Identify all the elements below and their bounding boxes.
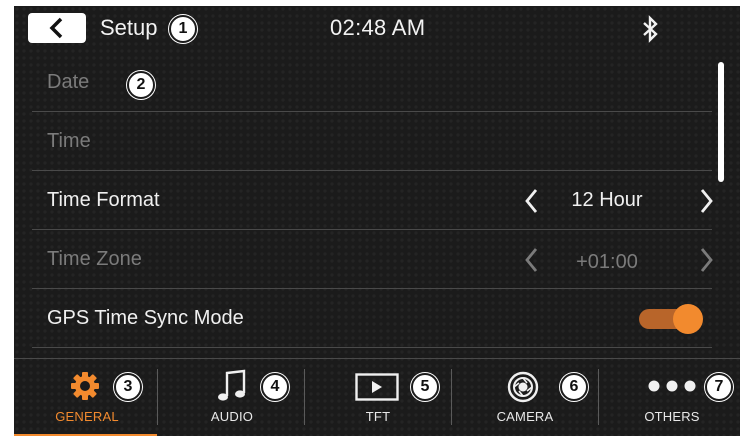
tab-audio-label: AUDIO — [210, 409, 254, 424]
gps-sync-toggle[interactable] — [639, 304, 703, 334]
header-bar: Setup 1 02:48 AM — [14, 6, 740, 54]
time-format-next-arrow[interactable] — [696, 187, 716, 215]
gps-sync-label: GPS Time Sync Mode — [47, 307, 244, 329]
gear-icon — [71, 372, 99, 400]
callout-5: 5 — [411, 373, 439, 401]
row-time[interactable]: Time — [32, 113, 712, 171]
date-label: Date — [47, 71, 90, 93]
bluetooth-icon — [643, 15, 658, 43]
clock: 02:48 AM — [330, 15, 426, 40]
callout-3: 3 — [114, 373, 142, 401]
row-time-zone: Time Zone +01:00 — [32, 231, 713, 289]
tab-general-label: GENERAL — [55, 409, 119, 424]
tab-tft-label: TFT — [365, 409, 391, 424]
time-format-prev-arrow[interactable] — [522, 187, 542, 215]
back-button[interactable] — [28, 13, 86, 43]
callout-1: 1 — [169, 15, 197, 43]
tab-general[interactable]: 3 GENERAL — [14, 359, 160, 436]
scrollbar[interactable] — [718, 62, 724, 182]
page-title: Setup — [100, 15, 158, 40]
setup-screen: Setup 1 02:48 AM Date 2 Time Time Format… — [14, 6, 740, 436]
time-zone-prev-arrow[interactable] — [522, 246, 542, 274]
toggle-knob — [673, 304, 703, 334]
chevron-left-icon — [49, 17, 63, 39]
time-zone-next-arrow[interactable] — [696, 246, 716, 274]
time-zone-label: Time Zone — [47, 248, 142, 270]
time-label: Time — [47, 130, 91, 152]
time-format-label: Time Format — [47, 189, 160, 211]
callout-2: 2 — [127, 71, 155, 99]
time-format-value: 12 Hour — [571, 189, 643, 211]
tab-audio[interactable]: 4 AUDIO — [159, 359, 305, 436]
more-dots-icon — [648, 380, 696, 392]
active-tab-indicator — [14, 434, 157, 436]
row-time-format: Time Format 12 Hour — [32, 172, 713, 230]
callout-6: 6 — [560, 373, 588, 401]
tab-others[interactable]: 7 OTHERS — [599, 359, 740, 436]
bottom-nav: 3 GENERAL 4 AUDIO 5 TFT 6 CAMERA 7 OTHER… — [14, 358, 740, 436]
tab-camera[interactable]: 6 CAMERA — [452, 359, 598, 436]
row-date[interactable]: Date 2 — [32, 54, 712, 112]
music-note-icon — [218, 369, 246, 401]
tab-others-label: OTHERS — [644, 409, 700, 424]
row-gps-sync: GPS Time Sync Mode — [32, 290, 712, 348]
callout-4: 4 — [261, 373, 289, 401]
camera-lens-icon — [507, 371, 539, 403]
tab-divider — [157, 369, 158, 425]
tab-camera-label: CAMERA — [496, 409, 554, 424]
callout-7: 7 — [705, 373, 733, 401]
play-icon — [355, 373, 399, 401]
tab-tft[interactable]: 5 TFT — [305, 359, 451, 436]
time-zone-value: +01:00 — [576, 251, 638, 273]
